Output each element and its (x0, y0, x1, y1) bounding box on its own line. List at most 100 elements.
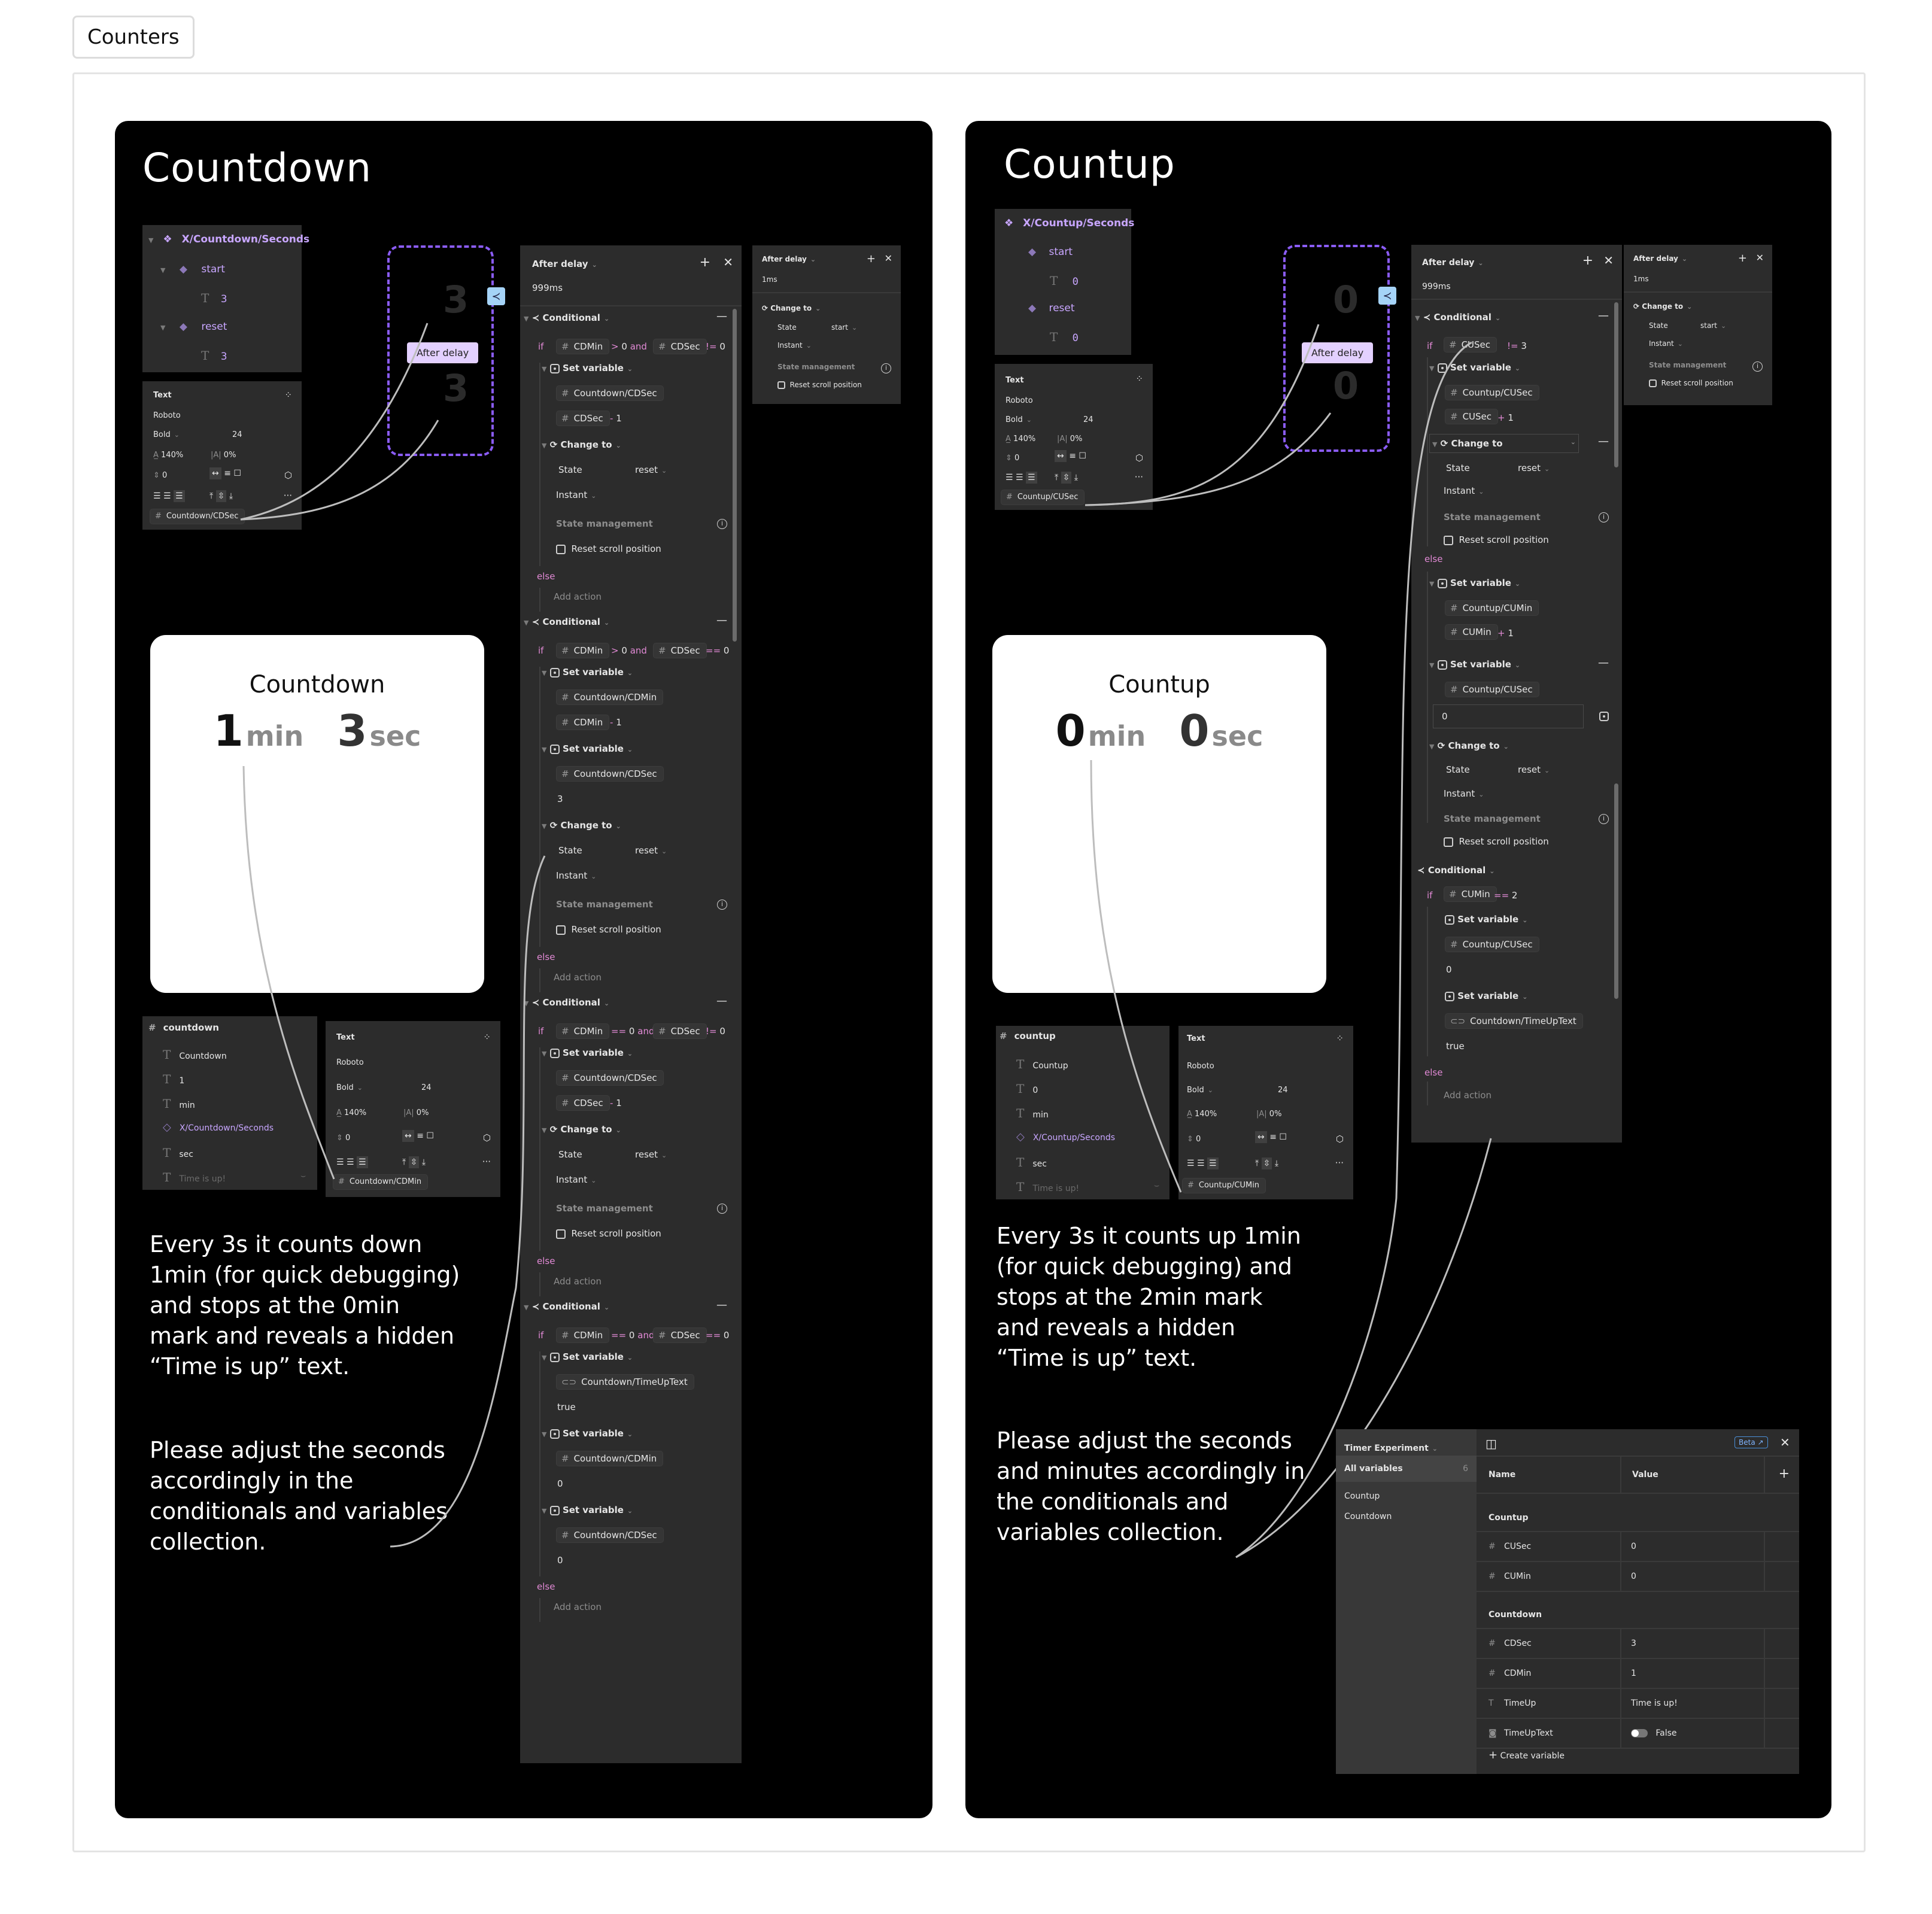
letter-spacing-field[interactable]: |A| 0% (211, 451, 236, 460)
vertical-align-buttons[interactable]: ⤒ ⇳ ⤓ (209, 490, 233, 502)
variable-row[interactable]: # CUMin 0 (1477, 1562, 1799, 1592)
expression-variable-chip[interactable]: # CDMin (556, 715, 610, 730)
close-icon[interactable]: ✕ (1780, 1435, 1790, 1450)
add-action-button[interactable]: Add action (554, 972, 602, 983)
delay-field[interactable]: 1ms (1633, 275, 1649, 283)
align-center-icon[interactable]: ☰ (347, 1157, 354, 1167)
action-select[interactable]: ⟳ Change to ⌄ (1633, 302, 1692, 311)
align-top-icon[interactable]: ⤒ (209, 491, 213, 501)
font-weight-select[interactable]: Bold ⌄ (153, 430, 180, 439)
fixed-size-icon[interactable]: ☐ (1279, 1132, 1287, 1142)
info-icon[interactable]: i (1599, 812, 1609, 824)
align-right-icon[interactable]: ☰ (357, 1156, 368, 1168)
variant-row-start[interactable]: ▼ ◆ start (160, 263, 225, 275)
grid-dots-icon[interactable]: ⁘ (1336, 1033, 1344, 1044)
add-action-button[interactable]: Add action (1444, 1090, 1491, 1101)
sidebar-item-countup[interactable]: Countup (1344, 1491, 1380, 1501)
info-icon[interactable]: i (717, 898, 727, 910)
info-icon[interactable]: i (1599, 511, 1609, 522)
bound-variable-chip[interactable]: # Countup/CUMin (1182, 1178, 1266, 1193)
expression-variable-chip[interactable]: # CDSec (556, 411, 610, 426)
align-right-icon[interactable]: ☰ (1207, 1157, 1219, 1169)
align-left-icon[interactable]: ☰ (336, 1157, 344, 1167)
variable-name[interactable]: CUMin (1504, 1572, 1531, 1581)
add-action-button[interactable]: Add action (554, 1276, 602, 1287)
expand-arrow-icon[interactable]: ▼ (542, 669, 546, 677)
scrollbar[interactable] (733, 309, 737, 642)
condition-variable-chip[interactable]: # CDSec (653, 1023, 707, 1039)
font-size-field[interactable]: 24 (232, 430, 242, 439)
resize-buttons[interactable]: ↔ ≡ ☐ (402, 1130, 434, 1142)
expand-arrow-icon[interactable]: ▼ (524, 619, 528, 627)
action-header[interactable]: ▼ Set variable ⌄ (1429, 578, 1520, 588)
target-variable-chip[interactable]: # Countup/CUMin (1445, 600, 1539, 616)
resize-buttons[interactable]: ↔ ≡ ☐ (209, 467, 241, 479)
condition-variable-chip[interactable]: # CDMin (556, 1327, 610, 1343)
page-tab-counters[interactable]: Counters (72, 16, 195, 59)
collapse-icon[interactable]: — (716, 995, 727, 1007)
condition-variable-chip[interactable]: # CDSec (653, 339, 707, 354)
font-size-field[interactable]: 24 (1083, 415, 1093, 424)
variant-start-number[interactable]: 3 (443, 278, 469, 321)
bound-variable-chip[interactable]: # Countdown/CDSec (150, 509, 245, 524)
variable-value[interactable]: 3 (1631, 1639, 1636, 1648)
align-bottom-icon[interactable]: ⤓ (229, 491, 233, 501)
paragraph-spacing-field[interactable]: ⇕ 0 (153, 471, 167, 480)
variant-text-row[interactable]: T 3 (201, 348, 227, 363)
variant-text-row[interactable]: T 3 (201, 291, 227, 305)
variant-row-start[interactable]: ◆ start (1028, 246, 1073, 258)
bound-variable-chip[interactable]: # Countdown/CDMin (333, 1174, 429, 1190)
expand-arrow-icon[interactable]: ▼ (160, 266, 165, 274)
more-icon[interactable]: ··· (1135, 472, 1143, 482)
align-middle-icon[interactable]: ⇳ (408, 1156, 420, 1168)
font-size-field[interactable]: 24 (1278, 1086, 1288, 1095)
trigger-select[interactable]: After delay ⌄ (532, 259, 597, 269)
collapse-icon[interactable]: — (716, 614, 727, 627)
variant-start-number[interactable]: 0 (1333, 278, 1359, 321)
collapse-icon[interactable]: — (1598, 657, 1609, 669)
variant-row-reset[interactable]: ◆ reset (1028, 302, 1075, 314)
scrollbar[interactable] (1614, 302, 1618, 467)
layer-row[interactable]: T Countup (1016, 1057, 1068, 1071)
font-family-field[interactable]: Roboto (1006, 396, 1033, 405)
more-icon[interactable]: ··· (1335, 1157, 1344, 1168)
condition-variable-chip[interactable]: # CDMin (556, 339, 610, 354)
expand-arrow-icon[interactable]: ▼ (148, 236, 153, 244)
info-icon[interactable]: i (717, 517, 727, 529)
action-header-selected[interactable]: ▼ ⟳ Change to ⌄ (1429, 434, 1579, 453)
auto-height-icon[interactable]: ≡ (1269, 1132, 1277, 1142)
checkbox-icon[interactable] (556, 925, 566, 935)
state-select[interactable]: reset ⌄ (1518, 764, 1550, 775)
expand-arrow-icon[interactable]: ▼ (542, 1430, 546, 1438)
auto-width-icon[interactable]: ↔ (1255, 1131, 1267, 1143)
resize-buttons[interactable]: ↔ ≡ ☐ (1255, 1131, 1287, 1143)
create-variable-button[interactable]: + Create variable (1489, 1749, 1565, 1761)
value-text[interactable]: true (1446, 1041, 1465, 1052)
expand-arrow-icon[interactable]: ▼ (1432, 440, 1437, 448)
expand-arrow-icon[interactable]: ▼ (1429, 661, 1434, 669)
checkbox-icon[interactable] (1444, 535, 1453, 545)
expand-arrow-icon[interactable]: ▼ (524, 999, 528, 1007)
variable-name[interactable]: CDSec (1504, 1639, 1532, 1648)
font-weight-select[interactable]: Bold ⌄ (1006, 415, 1032, 424)
action-select[interactable]: ⟳ Change to ⌄ (762, 304, 821, 312)
transition-select[interactable]: Instant ⌄ (1444, 485, 1484, 496)
reset-scroll-checkbox[interactable]: Reset scroll position (1649, 379, 1733, 387)
variable-hex-icon[interactable]: ⬡ (1336, 1134, 1344, 1144)
bound-variable-chip[interactable]: # Countup/CUSec (1001, 490, 1085, 505)
condition-variable-chip[interactable]: # CUSec (1444, 337, 1497, 353)
condition-expression[interactable]: > 0 and (611, 341, 647, 352)
hidden-eye-icon[interactable]: ⌣ (1154, 1181, 1159, 1190)
checkbox-icon[interactable] (556, 544, 566, 554)
layer-row[interactable]: T Time is up! ⌣ (1016, 1180, 1159, 1194)
action-header[interactable]: ▼ ⟳ Change to ⌄ (542, 820, 621, 831)
condition-variable-chip[interactable]: # CUMin (1444, 886, 1497, 902)
condition-expression[interactable]: != 0 (706, 341, 725, 352)
target-variable-chip[interactable]: # Countdown/CDSec (556, 1527, 664, 1543)
align-bottom-icon[interactable]: ⤓ (1275, 1159, 1278, 1168)
expression-operand[interactable]: - 1 (610, 1098, 622, 1108)
condition-expression[interactable]: == 0 (706, 645, 729, 656)
font-weight-select[interactable]: Bold ⌄ (1187, 1086, 1213, 1095)
condition-variable-chip[interactable]: # CDSec (653, 643, 707, 658)
layer-row[interactable]: T1 (163, 1072, 184, 1086)
